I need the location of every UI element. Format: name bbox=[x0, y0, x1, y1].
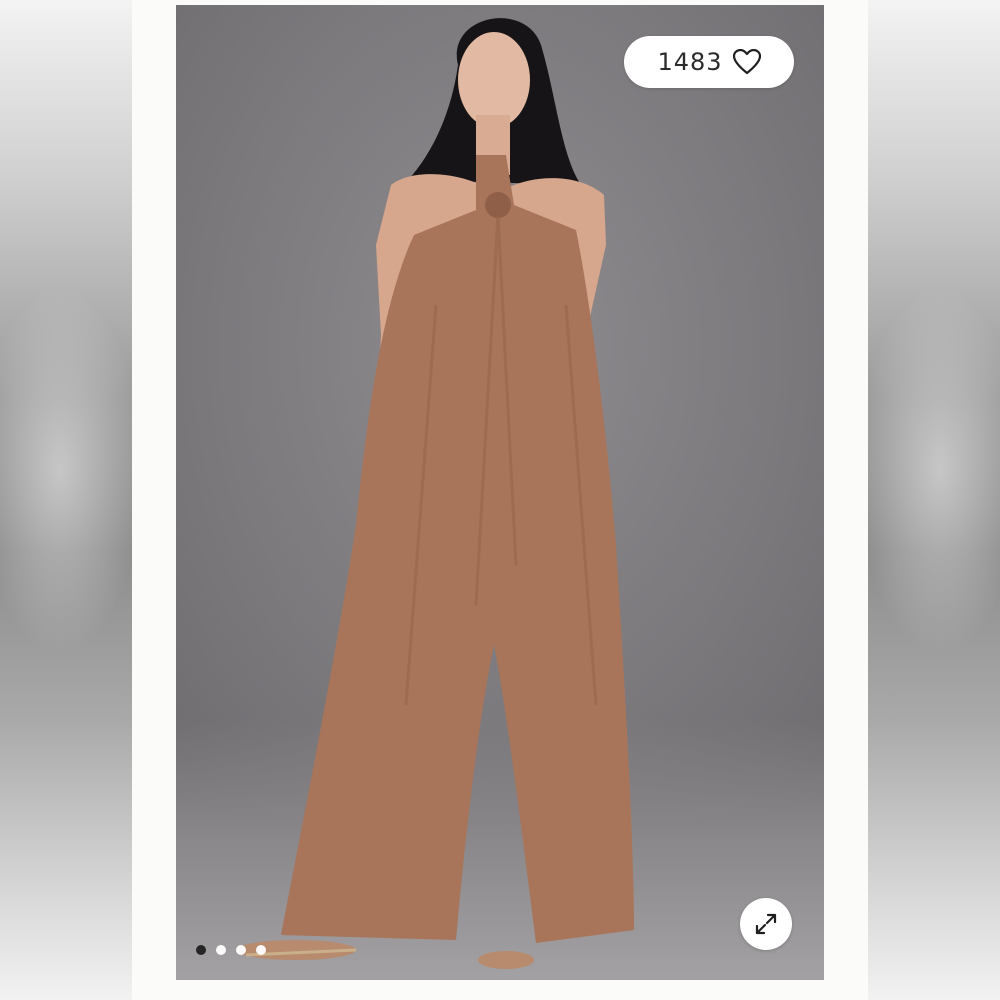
product-photo[interactable] bbox=[176, 5, 824, 980]
carousel-dots bbox=[196, 945, 266, 955]
carousel-dot-2[interactable] bbox=[216, 945, 226, 955]
carousel-dot-4[interactable] bbox=[256, 945, 266, 955]
model-in-halter-jumpsuit bbox=[236, 18, 634, 969]
expand-icon bbox=[755, 913, 777, 935]
expand-button[interactable] bbox=[740, 898, 792, 950]
carousel-dot-1[interactable] bbox=[196, 945, 206, 955]
carousel-dot-3[interactable] bbox=[236, 945, 246, 955]
heart-icon bbox=[732, 49, 761, 75]
likes-count: 1483 bbox=[657, 48, 723, 76]
like-button[interactable]: 1483 bbox=[624, 36, 794, 88]
